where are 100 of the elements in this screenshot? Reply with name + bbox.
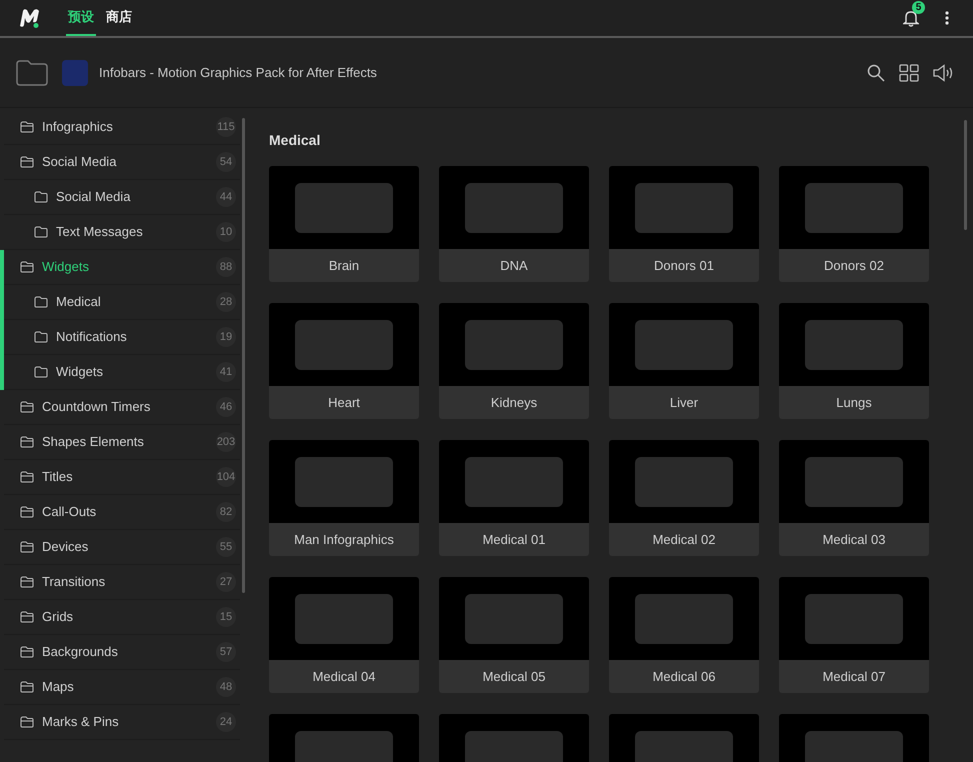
category-label: Widgets [56, 363, 103, 382]
notifications-button[interactable]: 5 [903, 1, 925, 27]
preset-card[interactable]: Medical 03 [779, 440, 929, 556]
preset-title: Medical 03 [822, 531, 886, 549]
count-badge: 46 [216, 397, 236, 417]
folder-icon [34, 366, 48, 378]
preset-title: DNA [499, 257, 529, 275]
category-item[interactable]: Text Messages 10 [4, 215, 240, 250]
category-item[interactable]: Shapes Elements 203 [4, 425, 240, 460]
preset-title: Medical 06 [652, 668, 716, 686]
category-item[interactable]: Devices 55 [4, 530, 240, 565]
preset-title: Kidneys [490, 394, 538, 412]
folder-icon [20, 541, 34, 553]
grid-view-icon[interactable] [899, 64, 919, 82]
preset-card[interactable]: Medical 04 [269, 577, 419, 693]
preset-card[interactable]: Liver [609, 303, 759, 419]
logo-icon [18, 7, 42, 29]
category-item[interactable]: Grids 15 [4, 600, 240, 635]
pack-thumbnail [62, 60, 88, 86]
folder-icon [34, 226, 48, 238]
count-badge: 28 [216, 292, 236, 312]
count-badge: 203 [216, 432, 236, 452]
category-item[interactable]: Transitions 27 [4, 565, 240, 600]
bell-icon [903, 9, 919, 27]
category-item[interactable]: Medical 28 [4, 285, 240, 320]
category-item[interactable]: Marks & Pins 24 [4, 705, 240, 740]
preset-title: Heart [327, 394, 361, 412]
preset-card[interactable]: Medical 06 [609, 577, 759, 693]
count-badge: 24 [216, 712, 236, 732]
preset-title: Medical 01 [482, 531, 546, 549]
more-icon[interactable] [945, 11, 949, 25]
preset-card[interactable]: DNA [439, 166, 589, 282]
count-badge: 48 [216, 677, 236, 697]
category-label: Titles [42, 468, 73, 486]
count-badge: 10 [216, 222, 236, 242]
category-item[interactable]: Titles 104 [4, 460, 240, 495]
preset-card[interactable]: Donors 01 [609, 166, 759, 282]
folder-icon [20, 716, 34, 728]
folder-icon[interactable] [16, 60, 48, 86]
category-label: Countdown Timers [42, 398, 150, 416]
scrollbar-thumb[interactable] [242, 118, 245, 593]
count-badge: 27 [216, 572, 236, 592]
top-tab[interactable]: 商店 [104, 0, 134, 36]
folder-icon [20, 611, 34, 623]
folder-icon [20, 506, 34, 518]
category-item[interactable]: Social Media 54 [4, 145, 240, 180]
preset-card[interactable]: Medical 02 [609, 440, 759, 556]
category-label: Text Messages [56, 223, 143, 242]
category-label: Transitions [42, 573, 106, 592]
preset-title: Medical 05 [482, 668, 546, 686]
preset-title: Donors 01 [653, 257, 715, 275]
category-label: Social Media [42, 153, 116, 172]
category-item[interactable]: Social Media 44 [4, 180, 240, 215]
category-label: Grids [42, 608, 74, 626]
preset-card[interactable]: Man Infographics [269, 440, 419, 556]
preset-title: Medical 04 [312, 668, 376, 686]
scrollbar-thumb[interactable] [964, 120, 967, 230]
folder-icon [20, 156, 34, 168]
category-label: Maps [42, 678, 74, 696]
preset-card[interactable]: Medical 05 [439, 577, 589, 693]
top-tab[interactable]: 预设 [66, 0, 96, 36]
speaker-icon[interactable] [933, 64, 955, 82]
category-item[interactable]: Widgets 88 [4, 250, 240, 285]
preset-card[interactable]: Donors 02 [779, 166, 929, 282]
category-item[interactable]: Notifications 19 [4, 320, 240, 355]
folder-icon [20, 401, 34, 413]
search-icon[interactable] [867, 64, 885, 82]
count-badge: 57 [216, 642, 236, 662]
preset-card[interactable]: Kidneys [439, 303, 589, 419]
folder-icon [20, 576, 34, 588]
category-label: Infographics [42, 118, 113, 136]
count-badge: 44 [216, 187, 236, 207]
category-label: Call-Outs [42, 503, 96, 522]
category-item[interactable]: Maps 48 [4, 670, 240, 705]
section-title: Medical [269, 131, 322, 150]
category-item[interactable]: Backgrounds 57 [4, 635, 240, 670]
count-badge: 19 [216, 327, 236, 347]
preset-card[interactable]: Brain [269, 166, 419, 282]
preset-title: Liver [668, 394, 700, 412]
category-item[interactable]: Infographics 115 [4, 110, 240, 145]
count-badge: 54 [216, 152, 236, 172]
folder-icon [20, 261, 34, 273]
category-item[interactable]: Widgets 41 [4, 355, 240, 390]
folder-icon [34, 191, 48, 203]
folder-icon [34, 331, 48, 343]
category-label: Medical [56, 293, 101, 312]
preset-title: Brain [328, 257, 360, 275]
preset-card[interactable]: Medical 01 [439, 440, 589, 556]
category-label: Shapes Elements [42, 433, 144, 452]
preset-title: Medical 02 [652, 531, 716, 549]
notification-badge: 5 [912, 1, 925, 14]
count-badge: 41 [216, 362, 236, 382]
preset-card[interactable]: Medical 07 [779, 577, 929, 693]
preset-title: Donors 02 [823, 257, 885, 275]
category-item[interactable]: Call-Outs 82 [4, 495, 240, 530]
category-item[interactable]: Countdown Timers 46 [4, 390, 240, 425]
preset-card[interactable]: Lungs [779, 303, 929, 419]
count-badge: 15 [216, 607, 236, 627]
preset-card[interactable]: Heart [269, 303, 419, 419]
folder-icon [20, 121, 34, 133]
